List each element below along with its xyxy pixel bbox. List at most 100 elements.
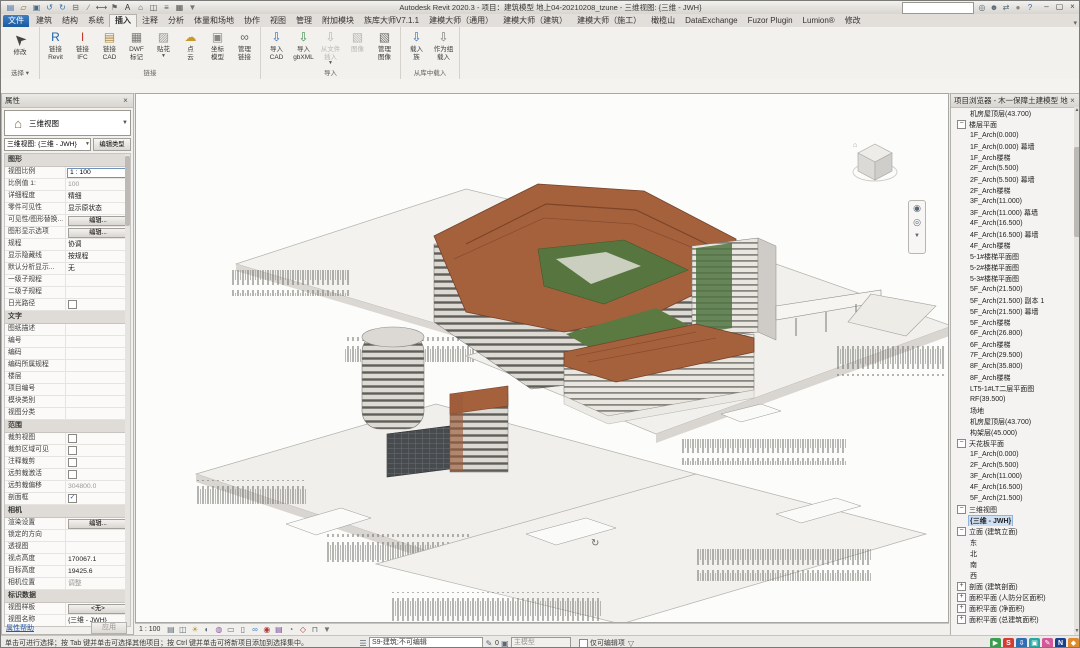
restore-button[interactable]: ▢ [1053, 2, 1066, 13]
infocenter-search-input[interactable] [902, 2, 974, 14]
project-browser-close-icon[interactable]: × [1068, 96, 1077, 105]
tree-item[interactable]: 5F_Arch(21.500) [951, 493, 1080, 504]
ribbon-tab-18[interactable]: Fuzor Plugin [743, 15, 798, 27]
expand-icon[interactable]: + [957, 582, 966, 591]
exchange-apps-icon[interactable]: ⇄ [1000, 2, 1012, 13]
tree-item[interactable]: +面积平面 (总建筑面积) [951, 614, 1080, 625]
full-navigation-wheel-icon[interactable]: ◉ [913, 201, 921, 215]
navigation-bar[interactable]: ◉ ◎ ▼ [908, 200, 926, 254]
tree-item[interactable]: 4F_Arch(16.500) [951, 218, 1080, 229]
ribbon-minimize-icon[interactable]: ▾ [1069, 19, 1080, 27]
tree-item[interactable]: 8F_Arch楼梯 [951, 372, 1080, 383]
tray-icon-diamond[interactable]: ◆ [1068, 638, 1079, 648]
highlight-displacement-sets-icon[interactable]: ◇ [297, 625, 308, 635]
tree-item[interactable]: 5-3#楼梯平面图 [951, 273, 1080, 284]
properties-scrollbar[interactable] [125, 154, 130, 626]
property-edit-button[interactable]: 编辑... [68, 216, 128, 226]
visual-style-icon[interactable]: ◫ [177, 625, 188, 635]
tree-item[interactable]: 7F_Arch(29.500) [951, 350, 1080, 361]
tree-item[interactable]: 5F_Arch(21.500) [951, 284, 1080, 295]
link-revit-button[interactable]: R链接 Revit [42, 28, 69, 61]
tree-item[interactable]: LT5-1#LT二层平面图 [951, 383, 1080, 394]
property-edit-button[interactable]: 编辑... [68, 228, 128, 238]
redo-icon[interactable]: ↻ [56, 2, 69, 13]
ribbon-tab-15[interactable]: 建模大师（施工） [572, 15, 646, 27]
ribbon-tab-13[interactable]: 建模大师（通用） [424, 15, 498, 27]
tree-item[interactable]: −立面 (建筑立面) [951, 526, 1080, 537]
tray-icon-screen[interactable]: ▣ [1029, 638, 1040, 648]
undo-icon[interactable]: ↺ [43, 2, 56, 13]
qat-customize-icon[interactable]: ▼ [186, 2, 199, 13]
tree-item[interactable]: 6F_Arch楼梯 [951, 339, 1080, 350]
ribbon-tab-3[interactable]: 系统 [83, 15, 109, 27]
tree-item[interactable]: 1F_Arch(0.000) 幕墙 [951, 141, 1080, 152]
tree-item[interactable]: 5F_Arch楼梯 [951, 317, 1080, 328]
section-icon[interactable]: ◫ [147, 2, 160, 13]
reveal-constraints-icon[interactable]: ⊓ [309, 625, 320, 635]
aligned-dimension-icon[interactable]: ⟷ [95, 2, 108, 13]
close-button[interactable]: × [1066, 2, 1079, 13]
ribbon-tab-7[interactable]: 体量和场地 [189, 15, 239, 27]
instance-selector[interactable]: ▼ 三维视图: {三维 - JWH} [4, 138, 91, 151]
ribbon-tab-19[interactable]: Lumion® [798, 15, 840, 27]
tree-item[interactable]: 2F_Arch(5.500) 幕墙 [951, 174, 1080, 185]
manage-images-button[interactable]: ▧管理 图像 [371, 28, 398, 61]
tree-item[interactable]: 1F_Arch(0.000) [951, 449, 1080, 460]
drawing-area[interactable]: ⌂ ◉ ◎ ▼ ↻ [135, 93, 949, 623]
properties-help-link[interactable]: 属性帮助 [2, 623, 34, 633]
search-icon[interactable]: ◎ [976, 2, 988, 13]
property-checkbox[interactable] [68, 434, 77, 443]
tree-item[interactable]: 2F_Arch楼梯 [951, 185, 1080, 196]
tree-item[interactable]: 场地 [951, 405, 1080, 416]
import-gbxml-button[interactable]: ⇩导入 gbXML [290, 28, 317, 61]
tree-item[interactable]: −楼层平面 [951, 119, 1080, 130]
tray-icon-play[interactable]: ▶ [990, 638, 1001, 648]
properties-section-4[interactable]: 标识数据ˆ [5, 590, 130, 603]
ribbon-tab-5[interactable]: 注释 [137, 15, 163, 27]
property-value-input[interactable]: 1 : 100 [67, 168, 129, 178]
import-cad-button[interactable]: ⇩导入 CAD [263, 28, 290, 61]
property-checkbox[interactable] [68, 300, 77, 309]
tree-item[interactable]: 北 [951, 548, 1080, 559]
sun-path-icon[interactable]: ☀ [189, 625, 200, 635]
scrollbar-thumb[interactable] [125, 156, 130, 226]
switch-windows-icon[interactable]: ▦ [173, 2, 186, 13]
ribbon-tab-8[interactable]: 协作 [239, 15, 265, 27]
view-scale-control[interactable]: 1 : 100 [139, 626, 160, 633]
properties-section-0[interactable]: 图形ˆ [5, 154, 130, 167]
tree-item[interactable]: 4F_Arch(16.500) [951, 482, 1080, 493]
modify-button[interactable]: ➤修改 [3, 28, 37, 57]
type-selector[interactable]: ⌂ 三维视图 ▼ [4, 110, 131, 136]
decal-button[interactable]: ▨贴花▼ [150, 28, 177, 58]
tray-icon-s[interactable]: S [1003, 638, 1014, 648]
properties-section-3[interactable]: 相机ˆ [5, 505, 130, 518]
save-icon[interactable]: ▣ [30, 2, 43, 13]
shadows-icon[interactable]: ◐ [201, 625, 212, 635]
project-browser-scrollbar[interactable]: ▲ ▼ [1074, 107, 1080, 635]
collapse-icon[interactable]: − [957, 505, 966, 514]
chevron-down-icon[interactable]: ▼ [914, 229, 920, 243]
property-edit-button[interactable]: 编辑... [68, 519, 128, 529]
point-cloud-button[interactable]: ☁点 云 [177, 28, 204, 61]
property-checkbox[interactable]: ✓ [68, 494, 77, 503]
apply-button[interactable]: 应用 [91, 622, 127, 634]
coordination-model-button[interactable]: ▣坐标 模型 [204, 28, 231, 61]
app-button[interactable]: ▤ [4, 2, 17, 13]
tree-item[interactable]: 4F_Arch楼梯 [951, 240, 1080, 251]
tree-item[interactable]: 2F_Arch(5.500) [951, 163, 1080, 174]
scrollbar-thumb[interactable] [1074, 147, 1080, 237]
insert-from-file-button[interactable]: ⇩从文件 插入▼ [317, 28, 344, 65]
dwf-markup-button[interactable]: ▦DWF 标记 [123, 28, 150, 61]
ribbon-tab-17[interactable]: DataExchange [680, 15, 742, 27]
tree-item[interactable]: 构架层(45.000) [951, 427, 1080, 438]
default-3d-view-icon[interactable]: ⌂ [134, 2, 147, 13]
crop-view-icon[interactable]: ▭ [225, 625, 236, 635]
tree-item[interactable]: +面积平面 (净面积) [951, 603, 1080, 614]
text-icon[interactable]: A [121, 2, 134, 13]
open-icon[interactable]: ▱ [17, 2, 30, 13]
property-checkbox[interactable] [68, 446, 77, 455]
show-rendering-dialog-icon[interactable]: ◍ [213, 625, 224, 635]
tray-icon-pen[interactable]: ✎ [1042, 638, 1053, 648]
tree-item[interactable]: {三维 - JWH} [951, 515, 1080, 526]
tree-item[interactable]: 南 [951, 559, 1080, 570]
